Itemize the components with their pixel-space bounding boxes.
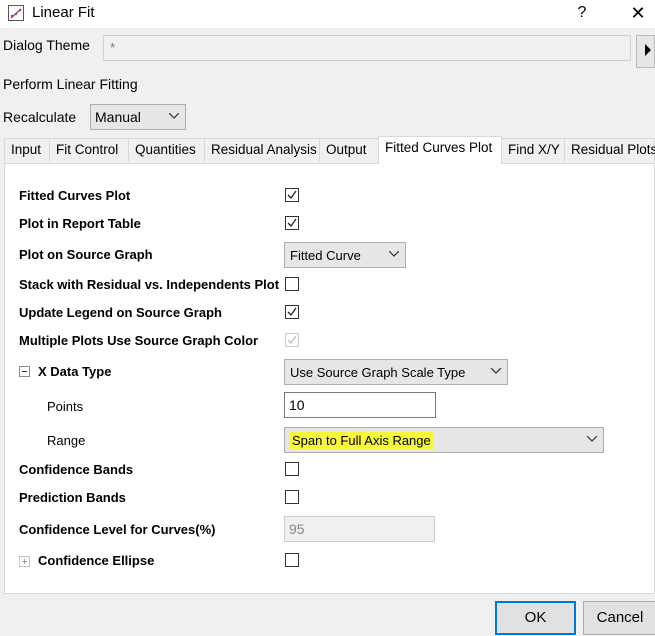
stack-residual-checkbox[interactable] <box>285 277 299 291</box>
tab-find-xy[interactable]: Find X/Y <box>501 138 565 162</box>
range-label: Range <box>47 433 86 448</box>
chevron-down-icon <box>587 436 597 442</box>
tab-residual-analysis[interactable]: Residual Analysis <box>204 138 320 162</box>
chevron-down-icon <box>169 113 179 119</box>
points-input[interactable]: 10 <box>284 392 436 418</box>
tab-fit-control[interactable]: Fit Control <box>49 138 129 162</box>
update-legend-label: Update Legend on Source Graph <box>19 305 222 320</box>
plot-in-report-table-checkbox[interactable] <box>285 216 299 230</box>
stack-residual-label: Stack with Residual vs. Independents Plo… <box>19 277 280 292</box>
check-icon <box>287 335 297 345</box>
tab-strip: Input Fit Control Quantities Residual An… <box>4 136 655 164</box>
help-icon[interactable]: ? <box>570 2 594 24</box>
confidence-bands-checkbox[interactable] <box>285 462 299 476</box>
check-icon <box>287 307 297 317</box>
chevron-down-icon <box>491 368 501 374</box>
check-icon <box>287 190 297 200</box>
ok-button[interactable]: OK <box>495 601 576 635</box>
tab-input[interactable]: Input <box>4 138 50 162</box>
dialog-description: Perform Linear Fitting <box>3 76 138 92</box>
chevron-down-icon <box>389 251 399 257</box>
app-icon <box>8 5 24 21</box>
multiple-plots-color-label: Multiple Plots Use Source Graph Color <box>19 333 259 348</box>
confidence-bands-label: Confidence Bands <box>19 462 134 477</box>
check-icon <box>287 218 297 228</box>
update-legend-checkbox[interactable] <box>285 305 299 319</box>
confidence-ellipse-label: Confidence Ellipse <box>38 553 155 568</box>
plot-in-report-table-label: Plot in Report Table <box>19 216 141 231</box>
plot-on-source-graph-value: Fitted Curve <box>290 248 361 263</box>
prediction-bands-checkbox[interactable] <box>285 490 299 504</box>
plot-on-source-graph-label: Plot on Source Graph <box>19 247 153 262</box>
dialog-theme-label: Dialog Theme <box>3 37 90 53</box>
tree-collapse-icon[interactable] <box>19 366 30 377</box>
theme-menu-button[interactable] <box>636 35 655 68</box>
confidence-level-label: Confidence Level for Curves(%) <box>19 522 216 537</box>
fitted-curves-plot-label: Fitted Curves Plot <box>19 188 131 203</box>
confidence-ellipse-checkbox[interactable] <box>285 553 299 567</box>
recalculate-label: Recalculate <box>3 109 77 125</box>
x-data-type-value: Use Source Graph Scale Type <box>290 365 466 380</box>
recalculate-value: Manual <box>95 109 141 125</box>
expand-arrow-icon <box>645 44 651 56</box>
cancel-button[interactable]: Cancel <box>583 601 655 635</box>
tab-fitted-curves-plot[interactable]: Fitted Curves Plot <box>378 136 502 164</box>
prediction-bands-label: Prediction Bands <box>19 490 126 505</box>
x-data-type-select[interactable]: Use Source Graph Scale Type <box>284 359 508 385</box>
multiple-plots-color-checkbox[interactable] <box>285 333 299 347</box>
window-title: Linear Fit <box>32 4 95 21</box>
tab-quantities[interactable]: Quantities <box>128 138 205 162</box>
tree-expand-icon[interactable] <box>19 556 30 567</box>
x-data-type-label: X Data Type <box>38 364 112 379</box>
range-value: Span to Full Axis Range <box>290 432 433 449</box>
points-label: Points <box>47 399 84 414</box>
tab-residual-plots[interactable]: Residual Plots <box>564 138 655 162</box>
recalculate-select[interactable]: Manual <box>90 104 186 130</box>
fitted-curves-plot-checkbox[interactable] <box>285 188 299 202</box>
tab-output[interactable]: Output <box>319 138 379 162</box>
dialog-theme-input[interactable]: * <box>103 35 631 61</box>
close-icon[interactable]: ✕ <box>625 2 651 24</box>
title-bar: Linear Fit ? ✕ <box>0 0 655 28</box>
plot-on-source-graph-select[interactable]: Fitted Curve <box>284 242 406 268</box>
range-select[interactable]: Span to Full Axis Range <box>284 427 604 453</box>
confidence-level-input[interactable]: 95 <box>284 516 435 542</box>
